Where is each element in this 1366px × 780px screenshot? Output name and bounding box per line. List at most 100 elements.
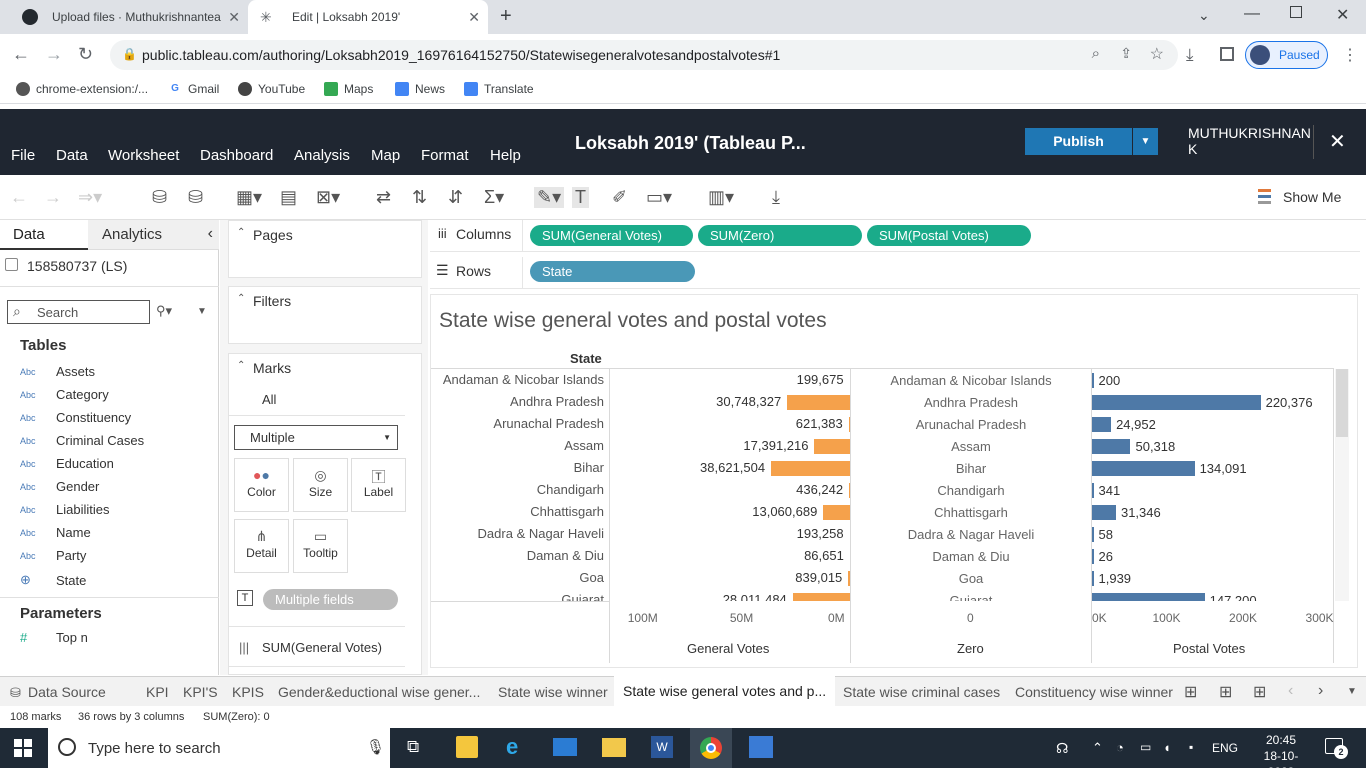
show-me-icon[interactable] <box>1258 189 1271 204</box>
wifi-icon[interactable]: ◔ <box>1116 740 1124 755</box>
publish-dropdown-icon[interactable]: ▼ <box>1133 128 1158 155</box>
general-votes-bar[interactable] <box>814 439 850 454</box>
field-gender[interactable]: AbcGender <box>20 479 99 494</box>
postal-votes-bar[interactable] <box>1092 571 1094 586</box>
bookmark-maps[interactable]: Maps <box>324 82 373 96</box>
windows-start-icon[interactable] <box>14 739 32 757</box>
clock[interactable]: 20:45 18-10-2023 <box>1252 732 1310 780</box>
detail-button[interactable]: ⋔Detail <box>234 519 289 573</box>
minimize-icon[interactable]: — <box>1244 5 1260 23</box>
field-category[interactable]: AbcCategory <box>20 387 109 402</box>
columns-shelf[interactable]: iii Columns SUM(General Votes) SUM(Zero)… <box>430 220 1360 252</box>
chevron-up-icon[interactable]: ⌃ <box>237 293 245 304</box>
forward-icon[interactable]: → <box>45 44 63 65</box>
url-bar[interactable]: 🔒 public.tableau.com/authoring/Loksabh20… <box>110 40 1178 70</box>
edge-icon[interactable]: e <box>506 734 518 760</box>
show-me-button[interactable]: Show Me <box>1283 189 1341 205</box>
microphone-icon[interactable]: 🎙 <box>366 738 385 756</box>
workbook-title[interactable]: Loksabh 2019' (Tableau P... <box>575 133 806 154</box>
menu-file[interactable]: File <box>11 147 35 164</box>
new-story-icon[interactable]: ⊞ <box>1253 682 1266 702</box>
scroll-left-icon[interactable]: ‹ <box>1288 682 1293 700</box>
postal-votes-bar[interactable] <box>1092 395 1261 410</box>
menu-format[interactable]: Format <box>421 147 469 164</box>
task-view-icon[interactable]: ⧉ <box>407 737 419 757</box>
rows-shelf[interactable]: ☰ Rows State <box>430 257 1360 289</box>
mail-icon[interactable] <box>553 738 577 756</box>
sheet-tab[interactable]: KPI <box>146 684 169 700</box>
sheet-tab[interactable]: Gender&eductional wise gener... <box>278 684 480 700</box>
filter-fields-icon[interactable]: ⚲▾ <box>156 303 172 319</box>
redo-icon[interactable]: → <box>44 187 62 208</box>
browser-tab[interactable]: Upload files · Muthukrishnantea ✕ <box>8 0 248 34</box>
new-dashboard-icon[interactable]: ⊞ <box>1219 682 1232 702</box>
replay-icon[interactable]: ⇒▾ <box>78 187 102 208</box>
new-worksheet-icon[interactable]: ▦▾ <box>236 187 262 208</box>
close-editor-icon[interactable]: ✕ <box>1329 129 1346 154</box>
store-icon[interactable] <box>456 736 478 758</box>
bookmark-star-icon[interactable]: ☆ <box>1150 44 1164 64</box>
sheet-tab[interactable]: Constituency wise winner <box>1015 684 1175 700</box>
tab-data[interactable]: Data <box>0 220 88 250</box>
pause-updates-icon[interactable]: ⛁ <box>188 187 203 208</box>
tray-chevron-icon[interactable]: ⌃ <box>1092 740 1103 756</box>
side-panel-icon[interactable] <box>1220 47 1234 61</box>
reload-icon[interactable]: ↻ <box>78 44 93 65</box>
close-window-icon[interactable]: ✕ <box>1336 5 1349 25</box>
language-indicator[interactable]: ENG <box>1212 741 1238 755</box>
share-icon[interactable]: ⇪ <box>1120 45 1132 62</box>
new-tab-button[interactable]: + <box>500 5 512 28</box>
chevron-up-icon[interactable]: ⌃ <box>237 227 245 238</box>
undo-icon[interactable]: ← <box>10 187 28 208</box>
tab-analytics[interactable]: Analytics ‹ <box>88 220 219 250</box>
mark-type-dropdown[interactable]: Multiple ▼ <box>234 425 398 450</box>
battery-icon[interactable]: ▭ <box>1140 740 1151 754</box>
duplicate-sheet-icon[interactable]: ▤ <box>280 187 297 208</box>
meet-now-icon[interactable]: ▪ <box>1189 740 1193 754</box>
postal-votes-bar[interactable] <box>1092 527 1094 542</box>
swap-icon[interactable]: ⇄ <box>376 187 391 208</box>
pages-card[interactable]: ⌃ Pages <box>228 220 422 278</box>
highlight-icon[interactable]: ✎▾ <box>534 187 564 208</box>
show-labels-icon[interactable]: T <box>572 187 589 208</box>
field-party[interactable]: AbcParty <box>20 548 86 563</box>
vertical-scrollbar[interactable] <box>1335 369 1349 601</box>
download-sheet-icon[interactable]: ⤓ <box>772 187 780 208</box>
user-menu[interactable]: MUTHUKRISHNAN K <box>1188 125 1308 157</box>
field-name[interactable]: AbcName <box>20 525 91 540</box>
menu-worksheet[interactable]: Worksheet <box>108 147 179 164</box>
menu-analysis[interactable]: Analysis <box>294 147 350 164</box>
general-votes-bar[interactable] <box>787 395 850 410</box>
scroll-right-icon[interactable]: › <box>1318 682 1323 700</box>
tab-search-icon[interactable]: ⌄ <box>1198 7 1210 24</box>
back-icon[interactable]: ← <box>12 44 30 65</box>
parameter-top-n[interactable]: #Top n <box>20 630 88 645</box>
volume-icon[interactable]: ◖ <box>1163 740 1171 755</box>
browser-tab-active[interactable]: ✳ Edit | Loksabh 2019' ✕ <box>248 0 488 34</box>
postal-votes-bar[interactable] <box>1092 483 1094 498</box>
bookmark-gmail[interactable]: GGmail <box>168 82 219 96</box>
postal-votes-bar[interactable] <box>1092 593 1205 601</box>
bookmark-youtube[interactable]: YouTube <box>238 82 305 96</box>
postal-votes-bar[interactable] <box>1092 505 1116 520</box>
totals-icon[interactable]: Σ▾ <box>484 187 504 208</box>
taskbar-search-box[interactable]: Type here to search 🎙 <box>48 728 390 768</box>
general-votes-bar[interactable] <box>793 593 850 601</box>
columns-pill-zero[interactable]: SUM(Zero) <box>698 225 862 246</box>
sheet-tab[interactable]: State wise criminal cases <box>843 684 1000 700</box>
sheet-tab[interactable]: State wise winner <box>498 684 608 700</box>
menu-help[interactable]: Help <box>490 147 521 164</box>
clear-sheet-icon[interactable]: ⊠▾ <box>316 187 340 208</box>
view-options-icon[interactable]: ▼ <box>197 306 207 317</box>
data-source-tab[interactable]: Data Source <box>28 684 106 700</box>
restore-icon[interactable] <box>1290 6 1302 18</box>
field-education[interactable]: AbcEducation <box>20 456 114 471</box>
color-button[interactable]: ●●Color <box>234 458 289 512</box>
field-state[interactable]: ⊕State <box>20 572 86 588</box>
publish-button[interactable]: Publish <box>1025 128 1132 155</box>
file-explorer-icon[interactable] <box>602 738 626 757</box>
fit-icon[interactable]: ▭▾ <box>646 187 672 208</box>
label-fields-pill[interactable]: Multiple fields <box>263 589 398 610</box>
sheet-tab[interactable]: KPI'S <box>183 684 218 700</box>
tabs-menu-icon[interactable]: ▼ <box>1347 686 1357 697</box>
